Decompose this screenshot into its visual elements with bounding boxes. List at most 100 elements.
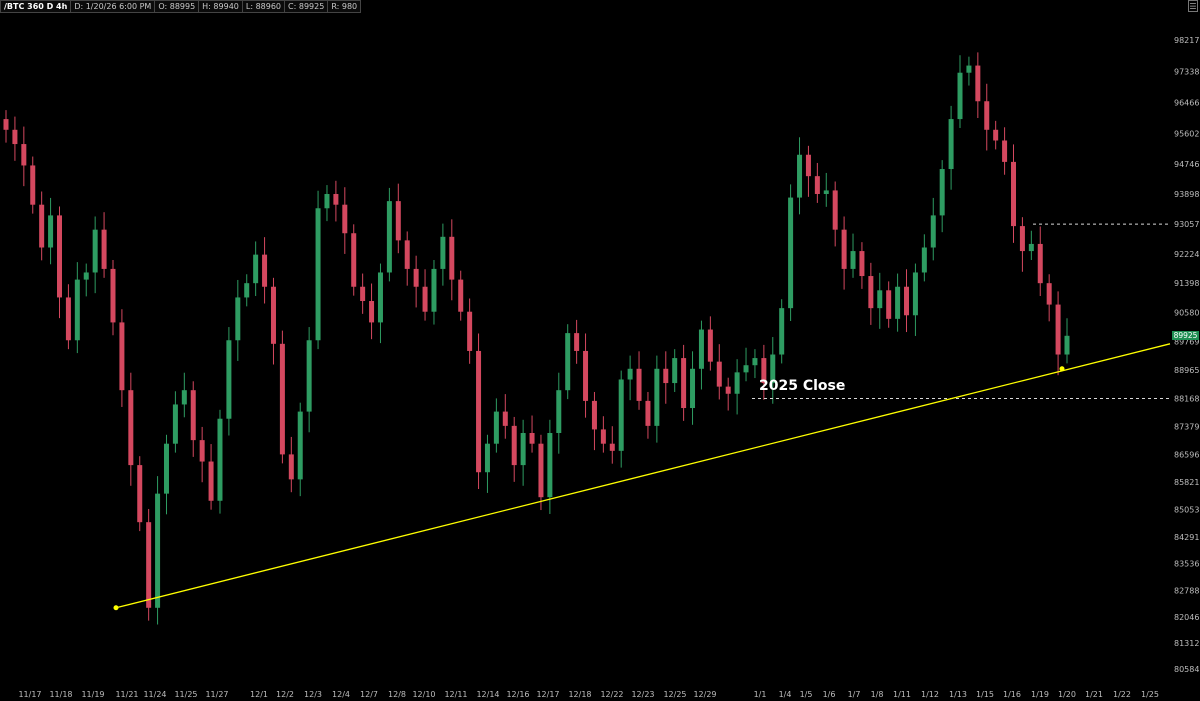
candle-body bbox=[904, 286, 910, 316]
trendline-layer bbox=[113, 343, 1171, 611]
x-tick-label: 11/18 bbox=[49, 690, 72, 699]
candles-layer bbox=[3, 52, 1070, 625]
symbol-label[interactable]: /BTC 360 D 4h bbox=[0, 0, 72, 13]
candle-body bbox=[467, 311, 473, 351]
x-tick-label: 1/25 bbox=[1141, 690, 1159, 699]
candle-body bbox=[895, 286, 901, 319]
candle-body bbox=[315, 208, 321, 341]
candle-body bbox=[422, 286, 428, 312]
y-tick-label: 95602 bbox=[1174, 129, 1199, 138]
x-tick-label: 1/11 bbox=[893, 690, 911, 699]
candle-body bbox=[948, 119, 954, 170]
x-tick-label: 12/10 bbox=[412, 690, 435, 699]
candle-body bbox=[618, 379, 624, 451]
candle-body bbox=[92, 229, 98, 273]
candle-body bbox=[556, 390, 562, 433]
x-tick-label: 1/15 bbox=[976, 690, 994, 699]
chart-window: 98217 97338 96466 95602 94746 93898 93057 92224… bbox=[0, 0, 1200, 701]
candle-body bbox=[565, 333, 571, 391]
candle-body bbox=[690, 368, 696, 409]
candle-body bbox=[752, 358, 758, 366]
y-tick-label: 82788 bbox=[1174, 586, 1199, 595]
price-chart[interactable]: 98217 97338 96466 95602 94746 93898 93057 92224… bbox=[0, 0, 1200, 701]
x-tick-label: 11/21 bbox=[115, 690, 138, 699]
candle-body bbox=[930, 215, 936, 248]
candle-body bbox=[279, 343, 285, 455]
candle-body bbox=[921, 247, 927, 273]
candle-body bbox=[529, 432, 535, 444]
y-tick-label: 83536 bbox=[1174, 560, 1199, 569]
x-tick-label: 12/3 bbox=[304, 690, 322, 699]
x-tick-label: 12/1 bbox=[250, 690, 268, 699]
candle-body bbox=[172, 404, 178, 444]
x-tick-label: 11/24 bbox=[143, 690, 166, 699]
x-tick-label: 1/19 bbox=[1031, 690, 1049, 699]
candle-body bbox=[449, 236, 455, 280]
candle-body bbox=[253, 254, 259, 284]
candle-body bbox=[1064, 335, 1070, 355]
candle-body bbox=[841, 229, 847, 269]
chart-settings-icon[interactable]: ☰ bbox=[1188, 0, 1198, 12]
y-axis: 98217 97338 96466 95602 94746 93898 93057 92224… bbox=[1174, 36, 1199, 674]
candle-body bbox=[681, 358, 687, 409]
candle-body bbox=[502, 411, 508, 426]
high-readout: H: 89940 bbox=[199, 0, 243, 13]
candle-body bbox=[217, 418, 223, 501]
y-tick-label: 85053 bbox=[1174, 506, 1199, 515]
candle-body bbox=[779, 308, 785, 355]
candle-body bbox=[725, 386, 731, 394]
candle-body bbox=[413, 268, 419, 287]
x-tick-label: 12/29 bbox=[693, 690, 716, 699]
x-tick-label: 11/17 bbox=[18, 690, 41, 699]
candle-body bbox=[993, 129, 999, 141]
annotation-2025-close: 2025 Close bbox=[759, 378, 846, 395]
y-tick-label: 93057 bbox=[1174, 220, 1199, 229]
candle-body bbox=[832, 190, 838, 230]
y-tick-label: 82046 bbox=[1174, 613, 1199, 622]
candle-body bbox=[440, 236, 446, 269]
candle-body bbox=[119, 322, 125, 391]
last-price-badge: 89925 bbox=[1172, 330, 1199, 340]
candle-body bbox=[404, 240, 410, 269]
candle-body bbox=[65, 297, 71, 341]
trendline-anchor bbox=[113, 605, 119, 611]
y-tick-label: 80584 bbox=[1174, 665, 1199, 674]
candle-body bbox=[163, 443, 169, 494]
candle-body bbox=[101, 229, 107, 269]
candle-body bbox=[74, 279, 80, 341]
candle-body bbox=[288, 454, 294, 480]
y-tick-label: 86596 bbox=[1174, 451, 1199, 460]
y-tick-label: 87379 bbox=[1174, 423, 1199, 432]
candle-body bbox=[56, 215, 62, 298]
candle-body bbox=[235, 297, 241, 341]
candle-body bbox=[734, 372, 740, 394]
candle-body bbox=[707, 329, 713, 362]
y-tick-label: 88965 bbox=[1174, 366, 1199, 375]
y-tick-label: 94746 bbox=[1174, 160, 1199, 169]
candle-body bbox=[360, 286, 366, 302]
candle-body bbox=[1028, 243, 1034, 252]
candle-body bbox=[39, 204, 45, 248]
x-tick-label: 12/18 bbox=[568, 690, 591, 699]
reference-lines-layer bbox=[752, 223, 1170, 399]
candle-body bbox=[975, 65, 981, 102]
candle-body bbox=[476, 350, 482, 473]
x-tick-label: 12/7 bbox=[360, 690, 378, 699]
candle-body bbox=[21, 144, 27, 166]
candle-body bbox=[520, 432, 526, 466]
low-readout: L: 88960 bbox=[242, 0, 286, 13]
candle-body bbox=[306, 340, 312, 412]
y-tick-label: 92224 bbox=[1174, 250, 1199, 259]
x-tick-label: 1/4 bbox=[779, 690, 792, 699]
x-tick-label: 12/25 bbox=[663, 690, 686, 699]
candle-body bbox=[743, 365, 749, 373]
x-tick-label: 1/16 bbox=[1003, 690, 1021, 699]
candle-body bbox=[351, 233, 357, 287]
candle-body bbox=[627, 368, 633, 380]
candle-body bbox=[859, 251, 865, 277]
candle-body bbox=[912, 272, 918, 316]
candle-body bbox=[574, 333, 580, 351]
x-tick-label: 1/6 bbox=[823, 690, 836, 699]
candle-body bbox=[1055, 304, 1061, 355]
candle-body bbox=[698, 329, 704, 369]
